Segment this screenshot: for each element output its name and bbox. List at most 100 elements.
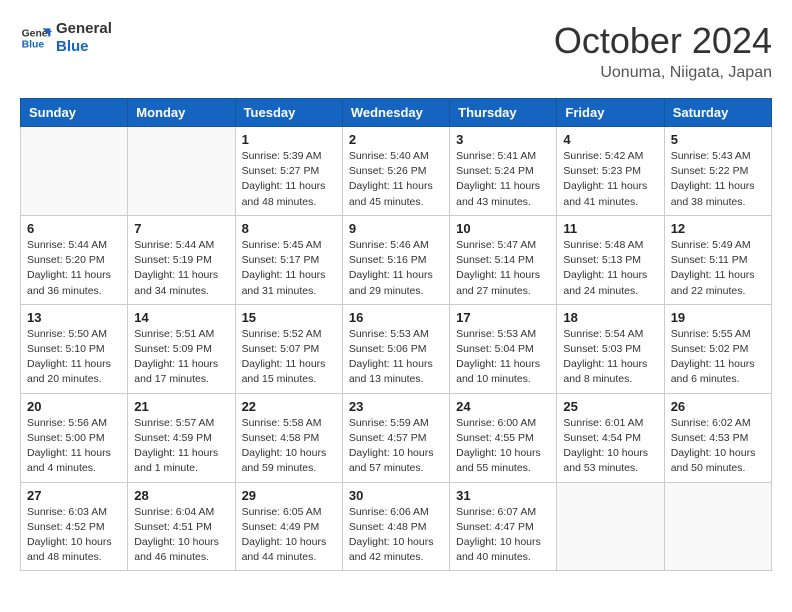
day-info: Sunrise: 5:52 AM Sunset: 5:07 PM Dayligh…: [242, 327, 336, 388]
day-number: 23: [349, 399, 443, 414]
day-number: 4: [563, 132, 657, 147]
day-number: 16: [349, 310, 443, 325]
calendar-week-1: 1 Sunrise: 5:39 AM Sunset: 5:27 PM Daylig…: [21, 127, 772, 216]
calendar-cell: 8 Sunrise: 5:45 AM Sunset: 5:17 PM Daylig…: [235, 215, 342, 304]
title-block: October 2024 Uonuma, Niigata, Japan: [554, 20, 772, 82]
day-info: Sunrise: 6:02 AM Sunset: 4:53 PM Dayligh…: [671, 416, 765, 477]
day-info: Sunrise: 5:40 AM Sunset: 5:26 PM Dayligh…: [349, 149, 443, 210]
day-info: Sunrise: 5:57 AM Sunset: 4:59 PM Dayligh…: [134, 416, 228, 477]
day-number: 21: [134, 399, 228, 414]
day-info: Sunrise: 5:53 AM Sunset: 5:04 PM Dayligh…: [456, 327, 550, 388]
day-number: 13: [27, 310, 121, 325]
day-number: 2: [349, 132, 443, 147]
calendar-cell: 24 Sunrise: 6:00 AM Sunset: 4:55 PM Dayli…: [450, 393, 557, 482]
day-number: 30: [349, 488, 443, 503]
weekday-header-sunday: Sunday: [21, 99, 128, 127]
day-info: Sunrise: 5:43 AM Sunset: 5:22 PM Dayligh…: [671, 149, 765, 210]
calendar-cell: 1 Sunrise: 5:39 AM Sunset: 5:27 PM Daylig…: [235, 127, 342, 216]
calendar-cell: [557, 482, 664, 571]
calendar-week-3: 13 Sunrise: 5:50 AM Sunset: 5:10 PM Dayli…: [21, 304, 772, 393]
calendar-cell: 18 Sunrise: 5:54 AM Sunset: 5:03 PM Dayli…: [557, 304, 664, 393]
day-number: 24: [456, 399, 550, 414]
day-number: 22: [242, 399, 336, 414]
day-info: Sunrise: 6:01 AM Sunset: 4:54 PM Dayligh…: [563, 416, 657, 477]
calendar-cell: 21 Sunrise: 5:57 AM Sunset: 4:59 PM Dayli…: [128, 393, 235, 482]
day-info: Sunrise: 5:53 AM Sunset: 5:06 PM Dayligh…: [349, 327, 443, 388]
calendar-cell: 27 Sunrise: 6:03 AM Sunset: 4:52 PM Dayli…: [21, 482, 128, 571]
day-number: 11: [563, 221, 657, 236]
calendar-cell: 13 Sunrise: 5:50 AM Sunset: 5:10 PM Dayli…: [21, 304, 128, 393]
calendar-week-4: 20 Sunrise: 5:56 AM Sunset: 5:00 PM Dayli…: [21, 393, 772, 482]
day-info: Sunrise: 5:45 AM Sunset: 5:17 PM Dayligh…: [242, 238, 336, 299]
day-info: Sunrise: 5:42 AM Sunset: 5:23 PM Dayligh…: [563, 149, 657, 210]
day-info: Sunrise: 5:54 AM Sunset: 5:03 PM Dayligh…: [563, 327, 657, 388]
day-info: Sunrise: 5:47 AM Sunset: 5:14 PM Dayligh…: [456, 238, 550, 299]
calendar-cell: 2 Sunrise: 5:40 AM Sunset: 5:26 PM Daylig…: [342, 127, 449, 216]
weekday-header-saturday: Saturday: [664, 99, 771, 127]
calendar-week-2: 6Sunrise: 5:44 AM Sunset: 5:20 PM Daylig…: [21, 215, 772, 304]
day-info: Sunrise: 6:04 AM Sunset: 4:51 PM Dayligh…: [134, 505, 228, 566]
logo: General Blue General Blue: [20, 20, 112, 56]
calendar-cell: 26 Sunrise: 6:02 AM Sunset: 4:53 PM Dayli…: [664, 393, 771, 482]
calendar-cell: 4 Sunrise: 5:42 AM Sunset: 5:23 PM Daylig…: [557, 127, 664, 216]
calendar-cell: 31 Sunrise: 6:07 AM Sunset: 4:47 PM Dayli…: [450, 482, 557, 571]
weekday-header-thursday: Thursday: [450, 99, 557, 127]
calendar-cell: 19Sunrise: 5:55 AM Sunset: 5:02 PM Dayli…: [664, 304, 771, 393]
day-number: 28: [134, 488, 228, 503]
day-info: Sunrise: 5:50 AM Sunset: 5:10 PM Dayligh…: [27, 327, 121, 388]
day-info: Sunrise: 5:56 AM Sunset: 5:00 PM Dayligh…: [27, 416, 121, 477]
calendar-cell: 25 Sunrise: 6:01 AM Sunset: 4:54 PM Dayli…: [557, 393, 664, 482]
day-info: Sunrise: 5:46 AM Sunset: 5:16 PM Dayligh…: [349, 238, 443, 299]
day-info: Sunrise: 5:39 AM Sunset: 5:27 PM Dayligh…: [242, 149, 336, 210]
calendar-cell: 12Sunrise: 5:49 AM Sunset: 5:11 PM Dayli…: [664, 215, 771, 304]
calendar-cell: 17 Sunrise: 5:53 AM Sunset: 5:04 PM Dayli…: [450, 304, 557, 393]
calendar-cell: 30 Sunrise: 6:06 AM Sunset: 4:48 PM Dayli…: [342, 482, 449, 571]
day-number: 5: [671, 132, 765, 147]
weekday-header-monday: Monday: [128, 99, 235, 127]
day-info: Sunrise: 6:07 AM Sunset: 4:47 PM Dayligh…: [456, 505, 550, 566]
location: Uonuma, Niigata, Japan: [554, 64, 772, 82]
day-info: Sunrise: 5:58 AM Sunset: 4:58 PM Dayligh…: [242, 416, 336, 477]
day-info: Sunrise: 6:05 AM Sunset: 4:49 PM Dayligh…: [242, 505, 336, 566]
calendar-cell: 7 Sunrise: 5:44 AM Sunset: 5:19 PM Daylig…: [128, 215, 235, 304]
day-info: Sunrise: 6:03 AM Sunset: 4:52 PM Dayligh…: [27, 505, 121, 566]
calendar-cell: 15Sunrise: 5:52 AM Sunset: 5:07 PM Dayli…: [235, 304, 342, 393]
calendar-cell: 28 Sunrise: 6:04 AM Sunset: 4:51 PM Dayli…: [128, 482, 235, 571]
day-number: 7: [134, 221, 228, 236]
day-number: 9: [349, 221, 443, 236]
day-number: 20: [27, 399, 121, 414]
day-number: 8: [242, 221, 336, 236]
day-number: 18: [563, 310, 657, 325]
calendar-cell: 22 Sunrise: 5:58 AM Sunset: 4:58 PM Dayli…: [235, 393, 342, 482]
day-number: 17: [456, 310, 550, 325]
calendar-cell: 14 Sunrise: 5:51 AM Sunset: 5:09 PM Dayli…: [128, 304, 235, 393]
day-number: 12: [671, 221, 765, 236]
day-number: 1: [242, 132, 336, 147]
month-title: October 2024: [554, 20, 772, 62]
day-info: Sunrise: 5:41 AM Sunset: 5:24 PM Dayligh…: [456, 149, 550, 210]
day-info: Sunrise: 5:44 AM Sunset: 5:20 PM Dayligh…: [27, 238, 121, 299]
day-number: 27: [27, 488, 121, 503]
calendar-cell: 9 Sunrise: 5:46 AM Sunset: 5:16 PM Daylig…: [342, 215, 449, 304]
weekday-header-row: SundayMondayTuesdayWednesdayThursdayFrid…: [21, 99, 772, 127]
page-header: General Blue General Blue October 2024 U…: [20, 20, 772, 82]
logo-icon: General Blue: [20, 22, 52, 54]
calendar-cell: 3Sunrise: 5:41 AM Sunset: 5:24 PM Daylig…: [450, 127, 557, 216]
day-info: Sunrise: 5:44 AM Sunset: 5:19 PM Dayligh…: [134, 238, 228, 299]
day-number: 26: [671, 399, 765, 414]
logo-text-blue: Blue: [56, 38, 112, 56]
day-number: 31: [456, 488, 550, 503]
day-info: Sunrise: 6:00 AM Sunset: 4:55 PM Dayligh…: [456, 416, 550, 477]
day-number: 29: [242, 488, 336, 503]
day-info: Sunrise: 6:06 AM Sunset: 4:48 PM Dayligh…: [349, 505, 443, 566]
day-info: Sunrise: 5:48 AM Sunset: 5:13 PM Dayligh…: [563, 238, 657, 299]
calendar-cell: 11 Sunrise: 5:48 AM Sunset: 5:13 PM Dayli…: [557, 215, 664, 304]
weekday-header-tuesday: Tuesday: [235, 99, 342, 127]
day-number: 14: [134, 310, 228, 325]
day-number: 25: [563, 399, 657, 414]
calendar-cell: [21, 127, 128, 216]
weekday-header-friday: Friday: [557, 99, 664, 127]
calendar-cell: 29 Sunrise: 6:05 AM Sunset: 4:49 PM Dayli…: [235, 482, 342, 571]
day-info: Sunrise: 5:51 AM Sunset: 5:09 PM Dayligh…: [134, 327, 228, 388]
day-info: Sunrise: 5:59 AM Sunset: 4:57 PM Dayligh…: [349, 416, 443, 477]
